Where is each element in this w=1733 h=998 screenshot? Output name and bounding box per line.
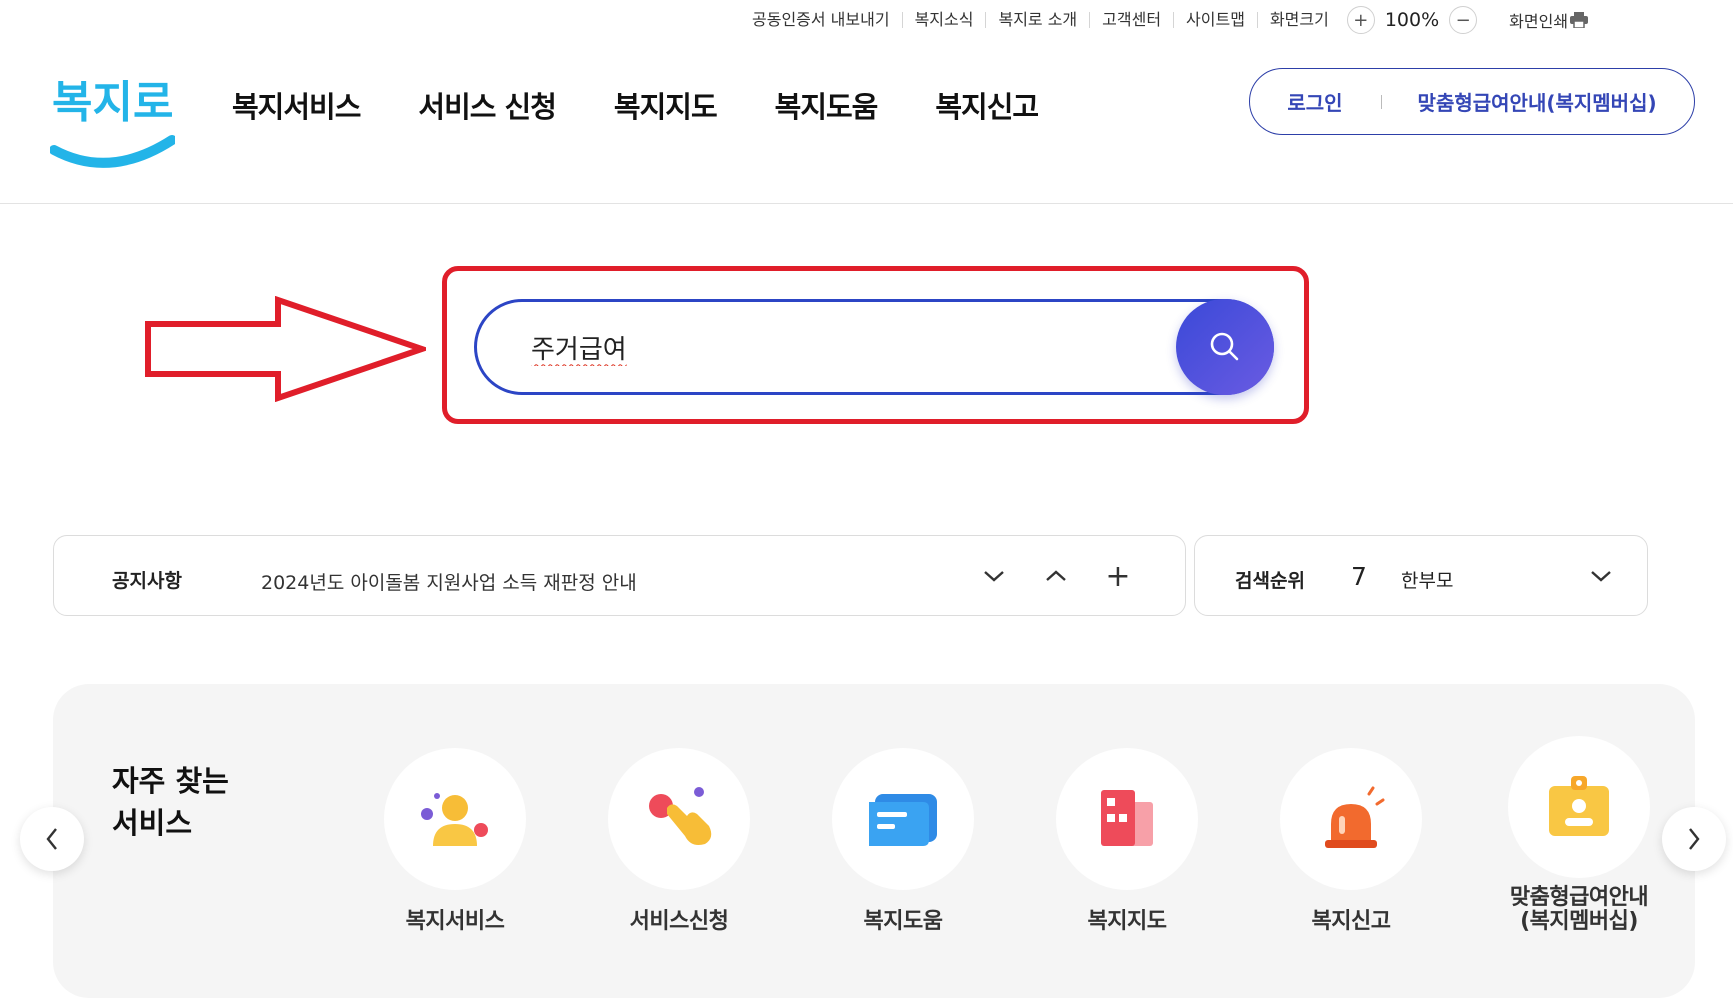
service-item-service-apply[interactable]: 서비스신청	[608, 748, 750, 934]
notice-prev-button[interactable]	[1038, 558, 1074, 594]
notice-box: 공지사항 2024년도 아이돌봄 지원사업 소득 재판정 안내 +	[53, 535, 1186, 616]
chevron-down-icon	[984, 571, 1004, 582]
service-label: 맞춤형급여안내 (복지멤버십)	[1509, 885, 1649, 934]
search-button[interactable]	[1176, 299, 1274, 395]
service-icon-circle	[608, 748, 750, 890]
util-screen-size-label: 화면크기	[1256, 12, 1341, 28]
service-label: 복지서비스	[405, 909, 505, 934]
nav-welfare-service[interactable]: 복지서비스	[232, 84, 361, 126]
utility-bar: 공동인증서 내보내기 복지소식 복지로 소개 고객센터 사이트맵 화면크기 + …	[740, 6, 1589, 34]
chevron-up-icon	[1046, 570, 1066, 581]
util-customer-center[interactable]: 고객센터	[1089, 12, 1173, 28]
chat-card-icon	[869, 794, 937, 846]
search-input[interactable]	[531, 326, 1131, 368]
frequent-services-title: 자주 찾는 서비스	[112, 764, 229, 840]
login-button[interactable]: 로그인	[1287, 87, 1342, 116]
logo-text: 복지로	[52, 77, 173, 128]
service-icon-circle	[1056, 748, 1198, 890]
search-box	[474, 299, 1274, 395]
service-item-welfare-help[interactable]: 복지도움	[832, 748, 974, 934]
util-sitemap[interactable]: 사이트맵	[1173, 12, 1257, 28]
bokjiro-logo[interactable]: 복지로	[50, 62, 175, 182]
util-about[interactable]: 복지로 소개	[985, 12, 1089, 28]
carousel-next-button[interactable]	[1662, 807, 1726, 871]
carousel-prev-button[interactable]	[20, 807, 84, 871]
notice-more-button[interactable]: +	[1100, 558, 1136, 594]
nav-service-apply[interactable]: 서비스 신청	[418, 84, 556, 126]
header-divider	[0, 203, 1733, 204]
ranking-number: 7	[1351, 562, 1367, 591]
zoom-level: 100%	[1384, 9, 1440, 31]
nav-welfare-report[interactable]: 복지신고	[935, 84, 1039, 126]
notice-next-button[interactable]	[976, 558, 1012, 594]
service-item-membership[interactable]: 맞춤형급여안내 (복지멤버십)	[1508, 736, 1650, 934]
chevron-down-icon	[1591, 571, 1611, 582]
chevron-left-icon	[46, 828, 57, 850]
login-membership-box: 로그인 맞춤형급여안내(복지멤버십)	[1249, 68, 1695, 135]
print-button[interactable]: 화면인쇄	[1509, 8, 1589, 32]
service-item-welfare-report[interactable]: 복지신고	[1280, 748, 1422, 934]
zoom-out-button[interactable]: −	[1449, 6, 1478, 34]
search-icon	[1210, 332, 1239, 361]
membership-button[interactable]: 맞춤형급여안내(복지멤버십)	[1418, 87, 1657, 116]
notice-headline-link[interactable]: 2024년도 아이돌봄 지원사업 소득 재판정 안내	[261, 568, 637, 595]
nav-welfare-help[interactable]: 복지도움	[775, 84, 879, 126]
people-icon	[421, 793, 488, 846]
service-label: 복지도움	[863, 909, 943, 934]
annotation-arrow-icon	[145, 296, 426, 402]
print-label: 화면인쇄	[1509, 12, 1569, 31]
nav-welfare-map[interactable]: 복지지도	[614, 84, 718, 126]
id-badge-icon	[1549, 776, 1609, 836]
zoom-in-button[interactable]: +	[1346, 6, 1375, 34]
service-label: 서비스신청	[629, 909, 729, 934]
building-icon	[1101, 790, 1153, 846]
notice-label: 공지사항	[112, 570, 182, 592]
util-welfare-news[interactable]: 복지소식	[901, 12, 986, 28]
service-icon-circle	[1508, 736, 1650, 878]
service-icon-circle	[832, 748, 974, 890]
service-label: 복지지도	[1087, 909, 1167, 934]
hand-click-icon	[649, 787, 712, 845]
printer-icon	[1570, 12, 1589, 28]
siren-icon	[1325, 786, 1385, 848]
service-icon-circle	[384, 748, 526, 890]
search-ranking-box: 검색순위 7 한부모	[1194, 535, 1648, 616]
service-label: 복지신고	[1311, 909, 1391, 934]
ranking-expand-button[interactable]	[1583, 558, 1619, 594]
service-icon-circle	[1280, 748, 1422, 890]
service-item-welfare-service[interactable]: 복지서비스	[384, 748, 526, 934]
service-item-welfare-map[interactable]: 복지지도	[1056, 748, 1198, 934]
main-nav: 복지서비스 서비스 신청 복지지도 복지도움 복지신고	[232, 84, 1096, 126]
ranking-term-link[interactable]: 한부모	[1401, 566, 1453, 593]
chevron-right-icon	[1689, 828, 1700, 850]
login-divider	[1380, 94, 1382, 109]
ranking-label: 검색순위	[1235, 570, 1305, 592]
util-cert-export[interactable]: 공동인증서 내보내기	[740, 12, 902, 28]
